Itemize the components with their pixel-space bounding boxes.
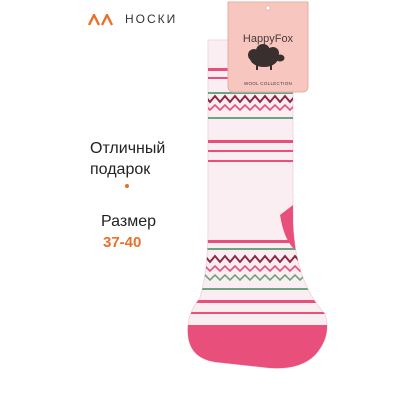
- product-card: НОСКИ Отличный подарок Размер 37-40 Happ…: [0, 0, 400, 400]
- headline-line-1: Отличный: [90, 140, 166, 157]
- size-label: Размер: [101, 213, 156, 230]
- tag-brand-name: HappyFox: [242, 33, 294, 45]
- promo-headline: Отличный подарок: [90, 138, 165, 180]
- sock-product-image: [187, 1, 328, 369]
- brand-hang-tag: [227, 1, 309, 93]
- tag-collection: WOOL COLLECTION: [243, 81, 293, 86]
- separator-dot: [125, 184, 129, 188]
- headline-line-2: подарок: [90, 161, 151, 178]
- brand-logo-icon: [88, 14, 114, 26]
- size-value: 37-40: [103, 234, 142, 251]
